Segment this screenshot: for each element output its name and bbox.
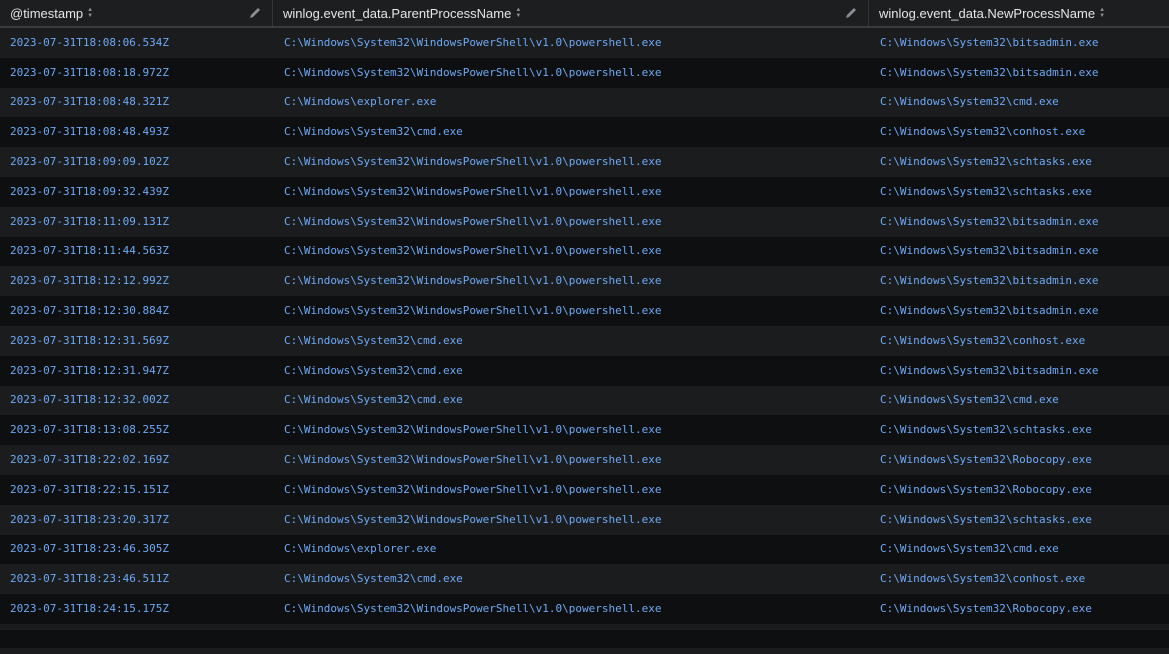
cell-parent-process-name[interactable]: C:\Windows\System32\cmd.exe: [273, 564, 869, 593]
column-header-label: winlog.event_data.NewProcessName: [879, 5, 1096, 21]
pencil-icon[interactable]: [248, 6, 262, 20]
grid-body: 2023-07-31T18:08:06.534Z C:\Windows\Syste…: [0, 28, 1169, 654]
cell-new-process-name[interactable]: C:\Windows\System32\bitsadmin.exe: [869, 207, 1169, 236]
table-row[interactable]: 2023-07-31T18:12:32.002Z C:\Windows\Syste…: [0, 385, 1169, 416]
cell-timestamp[interactable]: 2023-07-31T18:09:09.102Z: [0, 147, 273, 176]
cell-parent-process-name[interactable]: C:\Windows\System32\WindowsPowerShell\v1…: [273, 594, 869, 623]
grid-header: @timestamp ▲ ▼ winlog.event_data.ParentPr…: [0, 0, 1169, 28]
cell-timestamp[interactable]: 2023-07-31T18:13:08.255Z: [0, 415, 273, 444]
cell-parent-process-name[interactable]: C:\Windows\System32\WindowsPowerShell\v1…: [273, 28, 869, 57]
table-row[interactable]: 2023-07-31T18:12:31.569Z C:\Windows\Syste…: [0, 325, 1169, 356]
cell-new-process-name[interactable]: C:\Windows\System32\conhost.exe: [869, 564, 1169, 593]
table-row[interactable]: 2023-07-31T18:22:02.169Z C:\Windows\Syste…: [0, 445, 1169, 475]
column-header-timestamp[interactable]: @timestamp ▲ ▼: [0, 0, 273, 26]
cell-parent-process-name[interactable]: C:\Windows\System32\WindowsPowerShell\v1…: [273, 207, 869, 236]
cell-parent-process-name[interactable]: C:\Windows\System32\WindowsPowerShell\v1…: [273, 266, 869, 295]
cell-new-process-name[interactable]: C:\Windows\System32\cmd.exe: [869, 386, 1169, 415]
table-row[interactable]: 2023-07-31T18:12:12.992Z C:\Windows\Syste…: [0, 266, 1169, 297]
pencil-icon[interactable]: [844, 6, 858, 20]
cell-timestamp[interactable]: 2023-07-31T18:22:02.169Z: [0, 445, 273, 474]
cell-new-process-name[interactable]: C:\Windows\System32\bitsadmin.exe: [869, 296, 1169, 325]
cell-new-process-name[interactable]: C:\Windows\System32\bitsadmin.exe: [869, 28, 1169, 57]
sort-icon[interactable]: ▲ ▼: [1099, 7, 1105, 19]
column-header-label: @timestamp: [10, 5, 84, 21]
cell-parent-process-name[interactable]: C:\Windows\explorer.exe: [273, 535, 869, 564]
cell-timestamp[interactable]: 2023-07-31T18:23:20.317Z: [0, 505, 273, 534]
cell-new-process-name[interactable]: C:\Windows\System32\conhost.exe: [869, 326, 1169, 355]
table-row[interactable]: 2023-07-31T18:23:20.317Z C:\Windows\Syste…: [0, 504, 1169, 535]
column-header-parent-process-name[interactable]: winlog.event_data.ParentProcessName ▲ ▼: [273, 0, 869, 26]
cell-timestamp[interactable]: 2023-07-31T18:09:32.439Z: [0, 177, 273, 206]
cell-parent-process-name[interactable]: C:\Windows\explorer.exe: [273, 88, 869, 117]
cell-new-process-name[interactable]: C:\Windows\System32\schtasks.exe: [869, 177, 1169, 206]
cell-new-process-name[interactable]: C:\Windows\System32\bitsadmin.exe: [869, 58, 1169, 87]
cell-parent-process-name[interactable]: C:\Windows\System32\WindowsPowerShell\v1…: [273, 445, 869, 474]
sort-icon[interactable]: ▲ ▼: [515, 7, 521, 19]
cell-parent-process-name[interactable]: C:\Windows\System32\WindowsPowerShell\v1…: [273, 147, 869, 176]
cell-parent-process-name[interactable]: C:\Windows\System32\WindowsPowerShell\v1…: [273, 58, 869, 87]
grid-footer: [0, 629, 1169, 648]
cell-parent-process-name[interactable]: C:\Windows\System32\cmd.exe: [273, 356, 869, 385]
cell-parent-process-name[interactable]: C:\Windows\System32\WindowsPowerShell\v1…: [273, 505, 869, 534]
cell-timestamp[interactable]: 2023-07-31T18:23:46.305Z: [0, 535, 273, 564]
column-header-new-process-name[interactable]: winlog.event_data.NewProcessName ▲ ▼: [869, 0, 1169, 26]
cell-timestamp[interactable]: 2023-07-31T18:12:31.947Z: [0, 356, 273, 385]
cell-new-process-name[interactable]: C:\Windows\System32\schtasks.exe: [869, 505, 1169, 534]
cell-timestamp[interactable]: 2023-07-31T18:24:15.175Z: [0, 594, 273, 623]
cell-new-process-name[interactable]: C:\Windows\System32\cmd.exe: [869, 535, 1169, 564]
table-row[interactable]: 2023-07-31T18:08:48.321Z C:\Windows\explo…: [0, 87, 1169, 118]
cell-parent-process-name[interactable]: C:\Windows\System32\cmd.exe: [273, 117, 869, 146]
cell-parent-process-name[interactable]: C:\Windows\System32\cmd.exe: [273, 326, 869, 355]
cell-new-process-name[interactable]: C:\Windows\System32\schtasks.exe: [869, 415, 1169, 444]
cell-timestamp[interactable]: 2023-07-31T18:12:30.884Z: [0, 296, 273, 325]
cell-parent-process-name[interactable]: C:\Windows\System32\WindowsPowerShell\v1…: [273, 475, 869, 504]
cell-timestamp[interactable]: 2023-07-31T18:12:12.992Z: [0, 266, 273, 295]
table-row[interactable]: 2023-07-31T18:22:15.151Z C:\Windows\Syste…: [0, 474, 1169, 505]
cell-timestamp[interactable]: 2023-07-31T18:08:06.534Z: [0, 28, 273, 57]
cell-parent-process-name[interactable]: C:\Windows\System32\WindowsPowerShell\v1…: [273, 296, 869, 325]
cell-new-process-name[interactable]: C:\Windows\System32\conhost.exe: [869, 117, 1169, 146]
cell-parent-process-name[interactable]: C:\Windows\System32\WindowsPowerShell\v1…: [273, 415, 869, 444]
cell-timestamp[interactable]: 2023-07-31T18:12:32.002Z: [0, 386, 273, 415]
cell-timestamp[interactable]: 2023-07-31T18:08:18.972Z: [0, 58, 273, 87]
cell-new-process-name[interactable]: C:\Windows\System32\Robocopy.exe: [869, 445, 1169, 474]
cell-timestamp[interactable]: 2023-07-31T18:11:09.131Z: [0, 207, 273, 236]
cell-new-process-name[interactable]: C:\Windows\System32\Robocopy.exe: [869, 475, 1169, 504]
table-row[interactable]: 2023-07-31T18:24:15.175Z C:\Windows\Syste…: [0, 594, 1169, 624]
sort-icon[interactable]: ▲ ▼: [87, 7, 93, 19]
cell-new-process-name[interactable]: C:\Windows\System32\schtasks.exe: [869, 147, 1169, 176]
table-row[interactable]: 2023-07-31T18:08:18.972Z C:\Windows\Syste…: [0, 57, 1169, 88]
cell-timestamp[interactable]: 2023-07-31T18:12:31.569Z: [0, 326, 273, 355]
cell-timestamp[interactable]: 2023-07-31T18:08:48.321Z: [0, 88, 273, 117]
table-row[interactable]: 2023-07-31T18:13:08.255Z C:\Windows\Syste…: [0, 415, 1169, 446]
cell-new-process-name[interactable]: C:\Windows\System32\bitsadmin.exe: [869, 237, 1169, 266]
table-row[interactable]: 2023-07-31T18:12:30.884Z C:\Windows\Syste…: [0, 296, 1169, 326]
table-row[interactable]: 2023-07-31T18:08:48.493Z C:\Windows\Syste…: [0, 117, 1169, 148]
table-row[interactable]: 2023-07-31T18:23:46.305Z C:\Windows\explo…: [0, 534, 1169, 565]
table-row[interactable]: 2023-07-31T18:23:46.511Z C:\Windows\Syste…: [0, 564, 1169, 595]
cell-parent-process-name[interactable]: C:\Windows\System32\WindowsPowerShell\v1…: [273, 237, 869, 266]
cell-new-process-name[interactable]: C:\Windows\System32\bitsadmin.exe: [869, 266, 1169, 295]
data-grid: @timestamp ▲ ▼ winlog.event_data.ParentPr…: [0, 0, 1169, 654]
cell-new-process-name[interactable]: C:\Windows\System32\bitsadmin.exe: [869, 356, 1169, 385]
table-row[interactable]: 2023-07-31T18:12:31.947Z C:\Windows\Syste…: [0, 355, 1169, 386]
cell-timestamp[interactable]: 2023-07-31T18:11:44.563Z: [0, 237, 273, 266]
cell-timestamp[interactable]: 2023-07-31T18:22:15.151Z: [0, 475, 273, 504]
cell-parent-process-name[interactable]: C:\Windows\System32\cmd.exe: [273, 386, 869, 415]
table-row[interactable]: 2023-07-31T18:09:09.102Z C:\Windows\Syste…: [0, 147, 1169, 177]
table-row[interactable]: 2023-07-31T18:11:44.563Z C:\Windows\Syste…: [0, 236, 1169, 267]
cell-new-process-name[interactable]: C:\Windows\System32\cmd.exe: [869, 88, 1169, 117]
table-row[interactable]: 2023-07-31T18:09:32.439Z C:\Windows\Syste…: [0, 176, 1169, 207]
cell-timestamp[interactable]: 2023-07-31T18:08:48.493Z: [0, 117, 273, 146]
cell-parent-process-name[interactable]: C:\Windows\System32\WindowsPowerShell\v1…: [273, 177, 869, 206]
table-row[interactable]: 2023-07-31T18:08:06.534Z C:\Windows\Syste…: [0, 28, 1169, 58]
table-row[interactable]: 2023-07-31T18:11:09.131Z C:\Windows\Syste…: [0, 206, 1169, 237]
column-header-label: winlog.event_data.ParentProcessName: [283, 5, 512, 21]
cell-new-process-name[interactable]: C:\Windows\System32\Robocopy.exe: [869, 594, 1169, 623]
cell-timestamp[interactable]: 2023-07-31T18:23:46.511Z: [0, 564, 273, 593]
